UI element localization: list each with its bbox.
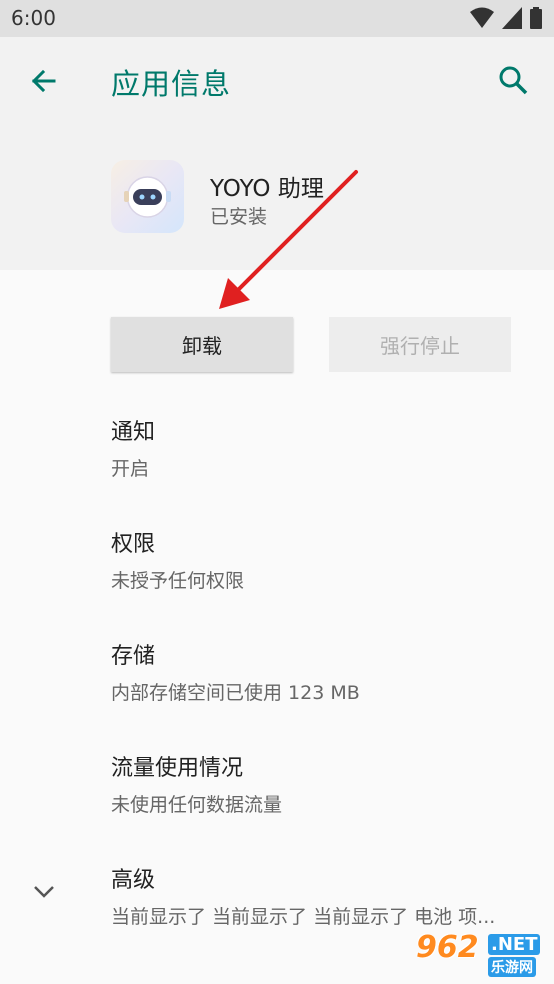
setting-title: 高级 — [111, 868, 156, 893]
back-arrow-icon[interactable] — [24, 61, 64, 101]
wifi-icon — [470, 7, 494, 28]
watermark-domain: .NET — [488, 934, 541, 955]
watermark-logo: 962 .NET 乐游网 — [416, 930, 546, 978]
search-icon[interactable] — [494, 61, 534, 101]
setting-subtitle: 未使用任何数据流量 — [111, 794, 283, 816]
app-info-header: 应用信息 YOYO 助理 已安装 — [0, 37, 554, 270]
setting-notifications[interactable]: 通知 开启 — [111, 414, 155, 481]
signal-icon — [502, 7, 522, 29]
setting-title: 存储 — [111, 644, 156, 669]
app-install-status: 已安装 — [210, 206, 268, 228]
battery-icon — [530, 7, 542, 29]
force-stop-button[interactable]: 强行停止 — [329, 317, 511, 372]
setting-subtitle: 开启 — [111, 458, 150, 480]
setting-title: 通知 — [111, 420, 156, 445]
chevron-down-icon[interactable] — [30, 877, 58, 905]
setting-data-usage[interactable]: 流量使用情况 未使用任何数据流量 — [111, 750, 282, 817]
setting-subtitle: 内部存储空间已使用 123 MB — [111, 682, 360, 704]
setting-permissions[interactable]: 权限 未授予任何权限 — [111, 526, 244, 593]
robot-logo-icon — [124, 176, 171, 218]
setting-subtitle: 未授予任何权限 — [111, 570, 245, 592]
setting-title: 流量使用情况 — [111, 756, 244, 781]
setting-subtitle: 当前显示了 当前显示了 当前显示了 电池 项... — [111, 906, 496, 928]
app-icon — [111, 160, 184, 233]
watermark-number: 962 — [416, 930, 479, 965]
uninstall-button[interactable]: 卸载 — [111, 317, 293, 372]
watermark-label: 乐游网 — [488, 957, 536, 977]
page-title: 应用信息 — [111, 67, 232, 101]
status-bar: 6:00 — [0, 0, 554, 37]
setting-title: 权限 — [111, 532, 156, 557]
app-name: YOYO 助理 — [210, 176, 324, 202]
setting-advanced[interactable]: 高级 当前显示了 当前显示了 当前显示了 电池 项... — [111, 862, 495, 929]
status-time: 6:00 — [11, 6, 56, 30]
setting-storage[interactable]: 存储 内部存储空间已使用 123 MB — [111, 638, 360, 705]
status-icons — [470, 7, 542, 29]
